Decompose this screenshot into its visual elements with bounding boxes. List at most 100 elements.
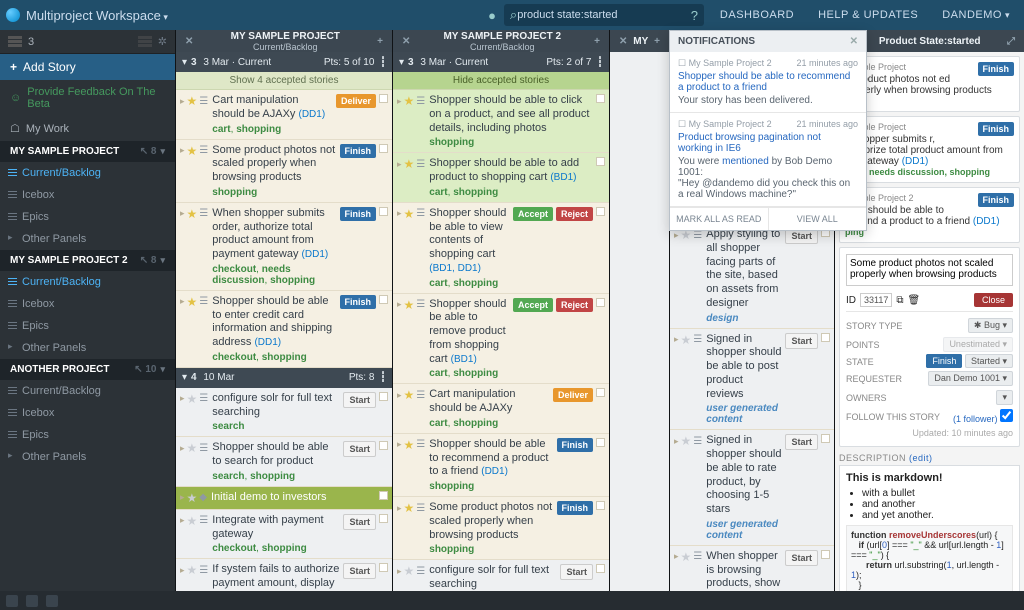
finish-button[interactable]: Finish <box>978 62 1015 76</box>
star-icon[interactable]: ★ <box>404 157 415 171</box>
finish-button[interactable]: Finish <box>557 501 594 515</box>
finish-button[interactable]: Finish <box>340 144 377 158</box>
story-row[interactable]: ▸★☰ Shopper should be able to view conte… <box>393 203 609 294</box>
story-type-select[interactable]: ✱ Bug <box>968 318 1013 333</box>
sidebar-item[interactable]: Current/Backlog <box>0 271 175 293</box>
expand-icon[interactable]: ▸ <box>397 96 402 107</box>
story-id[interactable]: 33117 <box>860 293 892 307</box>
sidebar-item[interactable]: Other Panels <box>0 337 175 359</box>
select-checkbox[interactable] <box>596 207 605 216</box>
sidebar-group-header[interactable]: MY SAMPLE PROJECT↖ 8▾ <box>0 141 175 162</box>
star-icon[interactable]: ★ <box>404 207 415 221</box>
mark-all-read-button[interactable]: MARK ALL AS READ <box>670 207 768 230</box>
sidebar-item[interactable]: Epics <box>0 315 175 337</box>
sidebar-item[interactable]: Current/Backlog <box>0 380 175 402</box>
expand-icon[interactable]: ▸ <box>180 393 185 404</box>
expand-icon[interactable]: ▸ <box>674 334 679 345</box>
reject-button[interactable]: Reject <box>556 207 593 221</box>
select-checkbox[interactable] <box>379 207 388 216</box>
story-title-input[interactable]: Some product photos not scaled properly … <box>846 254 1013 286</box>
star-icon[interactable]: ★ <box>187 144 198 158</box>
story-row[interactable]: ▸★☰ Shopper should be able to search for… <box>176 437 392 487</box>
select-checkbox[interactable] <box>379 295 388 304</box>
sidebar-item[interactable]: Current/Backlog <box>0 162 175 184</box>
select-checkbox[interactable] <box>821 550 830 559</box>
sidebar-item[interactable]: Other Panels <box>0 228 175 250</box>
add-story-button[interactable]: +Add Story <box>0 54 175 80</box>
close-panel-icon[interactable]: ✕ <box>182 36 196 47</box>
expand-icon[interactable]: ▸ <box>674 551 679 562</box>
story-row[interactable]: ▸★☰ Shopper should be able to remove pro… <box>393 294 609 385</box>
select-checkbox[interactable] <box>379 441 388 450</box>
add-icon[interactable]: + <box>651 36 663 47</box>
copy-icon[interactable]: ⧉ <box>896 295 903 306</box>
star-icon[interactable]: ★ <box>681 550 692 564</box>
followers-link[interactable]: (1 follower) <box>953 414 998 424</box>
story-row[interactable]: ▸★☰ Cart manipulation should be AJAXycar… <box>393 384 609 434</box>
select-checkbox[interactable] <box>596 298 605 307</box>
start-button[interactable]: Start <box>343 514 376 530</box>
star-icon[interactable]: ★ <box>681 333 692 347</box>
expand-icon[interactable]: ▸ <box>180 96 185 107</box>
finish-button[interactable]: Finish <box>926 354 962 368</box>
requester-select[interactable]: Dan Demo 1001 <box>928 371 1013 386</box>
star-icon[interactable]: ★ <box>187 94 198 108</box>
expand-icon[interactable]: ▸ <box>397 566 402 577</box>
expand-icon[interactable]: ▸ <box>397 208 402 219</box>
select-checkbox[interactable] <box>379 144 388 153</box>
sidebar-item[interactable]: Icebox <box>0 184 175 206</box>
story-row[interactable]: ▸★☰ Apply styling to all shopper facing … <box>670 224 834 329</box>
star-icon[interactable]: ★ <box>187 441 198 455</box>
close-icon[interactable]: ✕ <box>850 36 858 47</box>
nav-dashboard[interactable]: DASHBOARD <box>712 9 802 21</box>
bottom-icon[interactable] <box>46 595 58 607</box>
story-row[interactable]: ▸★☰ configure solr for full text searchi… <box>176 388 392 438</box>
select-checkbox[interactable] <box>379 514 388 523</box>
star-icon[interactable]: ★ <box>404 438 415 452</box>
hamburger-icon[interactable] <box>8 36 22 47</box>
panel-menu-icon[interactable]: ⤢ <box>1004 36 1018 47</box>
select-checkbox[interactable] <box>821 434 830 443</box>
story-row[interactable]: ▸★☰ configure solr for full text searchi… <box>393 560 609 591</box>
finish-button[interactable]: Finish <box>978 122 1015 136</box>
select-checkbox[interactable] <box>379 94 388 103</box>
deliver-button[interactable]: Deliver <box>336 94 376 108</box>
story-row[interactable]: ▸★☰ Shopper should be able to recommend … <box>393 434 609 497</box>
expand-icon[interactable]: ▸ <box>397 503 402 514</box>
select-checkbox[interactable] <box>596 438 605 447</box>
gear-icon[interactable]: ✲ <box>158 35 167 48</box>
add-icon[interactable]: + <box>591 36 603 47</box>
add-icon[interactable]: + <box>374 36 386 47</box>
accepted-toggle[interactable]: Hide accepted stories <box>393 72 609 90</box>
my-work-link[interactable]: ☖My Work <box>0 116 175 141</box>
story-row[interactable]: ▸★☰ If system fails to authorize payment… <box>176 559 392 591</box>
notification-item[interactable]: ☐ My Sample Project 221 minutes agoProdu… <box>670 113 866 207</box>
story-row[interactable]: ▸★☰ Signed in shopper should be able to … <box>670 329 834 431</box>
trash-icon[interactable]: 🗑 <box>908 295 921 306</box>
select-checkbox[interactable] <box>379 563 388 572</box>
select-checkbox[interactable] <box>596 94 605 103</box>
start-button[interactable]: Start <box>343 563 376 579</box>
search-box[interactable]: ⌕ ? <box>504 4 704 26</box>
sidebar-group-header[interactable]: ANOTHER PROJECT↖ 10▾ <box>0 359 175 380</box>
close-panel-icon[interactable]: ✕ <box>399 36 413 47</box>
sidebar-group-header[interactable]: MY SAMPLE PROJECT 2↖ 8▾ <box>0 250 175 271</box>
finish-button[interactable]: Finish <box>557 438 594 452</box>
feedback-link[interactable]: ☺Provide Feedback On The Beta <box>0 80 175 116</box>
owners-select[interactable] <box>996 390 1013 405</box>
select-checkbox[interactable] <box>596 157 605 166</box>
finish-button[interactable]: Finish <box>340 295 377 309</box>
select-checkbox[interactable] <box>379 491 388 500</box>
reject-button[interactable]: Reject <box>556 298 593 312</box>
collapse-icon[interactable]: ▾ <box>182 57 187 68</box>
list-icon[interactable] <box>138 36 152 47</box>
start-button[interactable]: Start <box>785 550 818 566</box>
select-checkbox[interactable] <box>379 392 388 401</box>
story-row[interactable]: ▸★☰ Shopper should be able to enter cred… <box>176 291 392 368</box>
sidebar-item[interactable]: Epics <box>0 206 175 228</box>
expand-icon[interactable]: ▸ <box>397 439 402 450</box>
notification-item[interactable]: ☐ My Sample Project 221 minutes agoShopp… <box>670 52 866 113</box>
sidebar-item[interactable]: Icebox <box>0 402 175 424</box>
description-body[interactable]: This is markdown!with a bulletand anothe… <box>839 465 1020 591</box>
star-icon[interactable]: ★ <box>187 392 198 406</box>
